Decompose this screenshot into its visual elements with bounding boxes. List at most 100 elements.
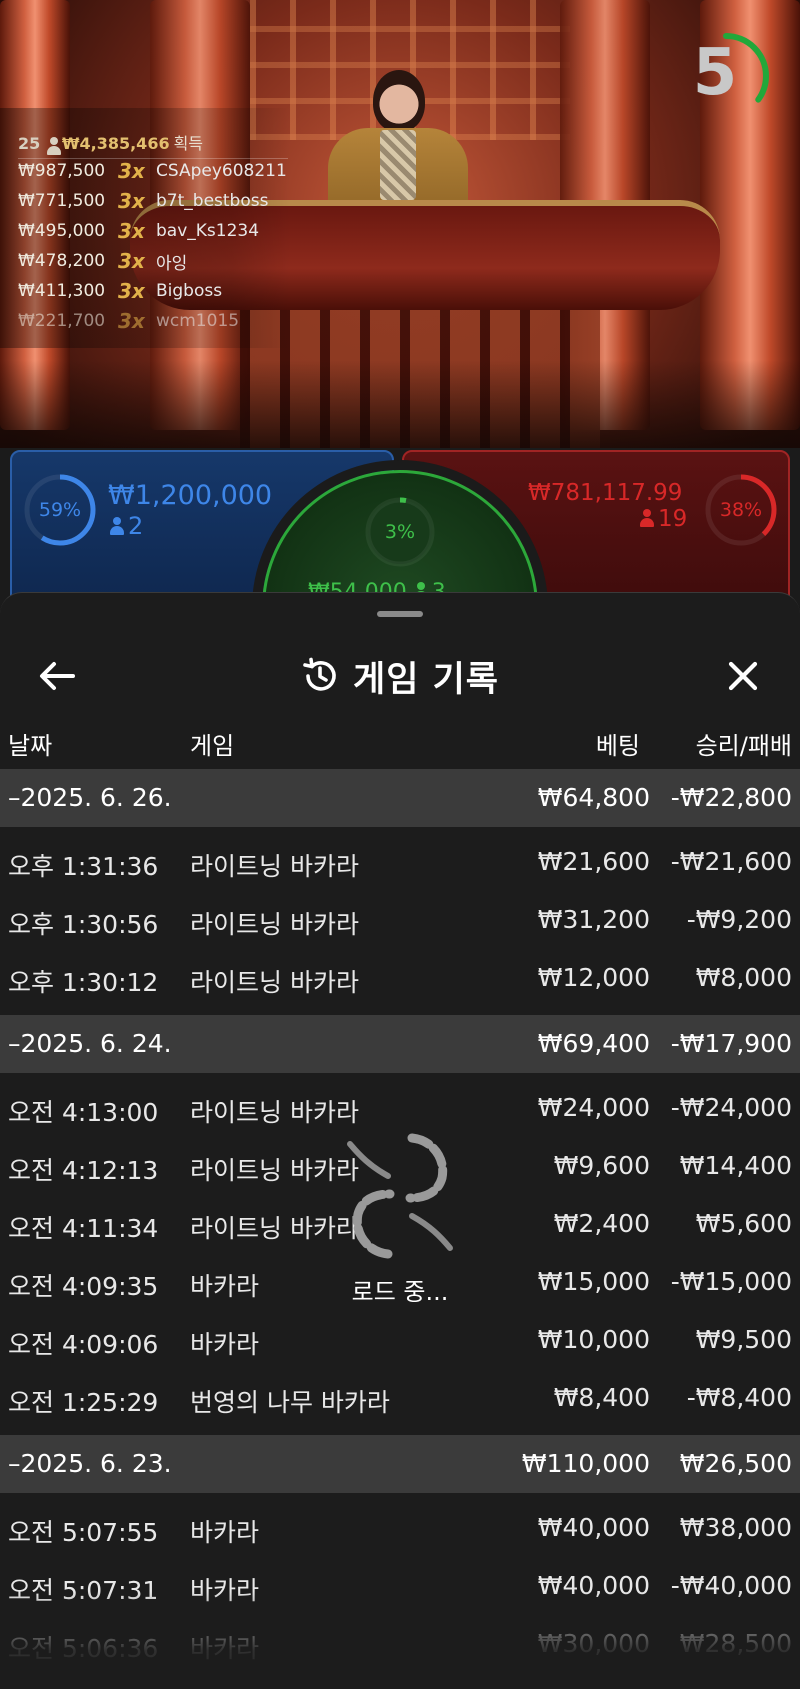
loading-spinner-icon: [347, 1133, 453, 1259]
row-time: 오후 1:30:12: [8, 968, 159, 997]
row-game: 바카라: [190, 1272, 260, 1301]
row-win-loss: ₩14,400: [679, 1151, 792, 1180]
player-count: 2: [110, 512, 143, 540]
winner-multiplier: 3x: [118, 189, 145, 213]
winner-amount: ₩771,500: [18, 191, 106, 211]
winner-multiplier: 3x: [118, 279, 145, 303]
winner-username: Bigboss: [156, 281, 223, 301]
row-time: 오전 1:25:29: [8, 1388, 159, 1417]
row-time: 오전 4:13:00: [8, 1098, 159, 1127]
row-game: 번영의 나무 바카라: [190, 1388, 390, 1417]
winner-count: 25: [18, 134, 41, 153]
banker-bet-amount: ₩781,117.99: [528, 480, 683, 506]
winner-row: ₩987,500 3x CSApey608211: [18, 158, 287, 184]
player-percent: 59%: [38, 499, 82, 521]
row-time: 오전 5:06:36: [8, 1634, 159, 1663]
row-game: 바카라: [190, 1518, 260, 1547]
group-win-loss-total: ₩26,500: [679, 1449, 792, 1478]
history-row[interactable]: 오전 5:07:31 바카라 ₩40,000 -₩40,000: [0, 1557, 800, 1615]
group-bet-total: ₩110,000: [521, 1449, 650, 1478]
row-bet: ₩31,200: [537, 905, 650, 934]
sheet-title: 게임 기록: [353, 659, 499, 700]
row-win-loss: -₩8,400: [686, 1383, 792, 1412]
winner-username: b7t_bestboss: [156, 191, 269, 211]
history-row[interactable]: 오후 1:30:12 라이트닝 바카라 ₩12,000 ₩8,000: [0, 949, 800, 1007]
group-bet-total: ₩69,400: [537, 1029, 650, 1058]
history-row[interactable]: 오후 1:30:56 라이트닝 바카라 ₩31,200 -₩9,200: [0, 891, 800, 949]
row-game: 라이트닝 바카라: [190, 852, 359, 881]
row-bet: ₩40,000: [537, 1513, 650, 1542]
group-bet-total: ₩64,800: [537, 783, 650, 812]
row-time: 오전 4:12:13: [8, 1156, 159, 1185]
winner-multiplier: 3x: [118, 159, 145, 183]
winner-multiplier: 3x: [118, 309, 145, 333]
winner-amount: ₩411,300: [18, 281, 106, 301]
timer-value: 5: [692, 36, 738, 110]
history-row[interactable]: 오후 1:31:36 라이트닝 바카라 ₩21,600 -₩21,600: [0, 833, 800, 891]
player-bet-amount: ₩1,200,000: [108, 480, 273, 511]
loading-indicator: 로드 중...: [330, 1126, 470, 1316]
group-date: –2025. 6. 24.: [8, 1029, 172, 1058]
row-win-loss: -₩9,200: [686, 905, 792, 934]
close-button[interactable]: [716, 649, 770, 703]
history-row[interactable]: 오전 5:07:55 바카라 ₩40,000 ₩38,000: [0, 1499, 800, 1557]
row-win-loss: -₩24,000: [670, 1093, 792, 1122]
winner-row: ₩495,000 3x bav_Ks1234: [18, 218, 259, 244]
person-icon: [46, 137, 61, 155]
row-bet: ₩15,000: [537, 1267, 650, 1296]
row-win-loss: ₩5,600: [695, 1209, 792, 1238]
winner-amount: ₩987,500: [18, 161, 106, 181]
banker-percent: 38%: [719, 499, 763, 521]
row-bet: ₩24,000: [537, 1093, 650, 1122]
sheet-drag-handle[interactable]: [377, 611, 423, 617]
row-game: 라이트닝 바카라: [190, 1098, 359, 1127]
group-date: –2025. 6. 23.: [8, 1449, 172, 1478]
row-time: 오전 5:07:55: [8, 1518, 159, 1547]
winner-username: CSApey608211: [156, 161, 287, 181]
column-header-game: 게임: [190, 731, 235, 760]
date-group: –2025. 6. 23. ₩110,000 ₩26,500 오전 5:07:55 바카…: [0, 1435, 800, 1681]
row-bet: ₩12,000: [537, 963, 650, 992]
row-bet: ₩9,600: [553, 1151, 650, 1180]
person-icon: [640, 509, 654, 527]
history-clock-icon: [303, 657, 336, 691]
history-row[interactable]: 오전 5:06:36 바카라 ₩30,000 ₩28,500: [0, 1615, 800, 1673]
history-row[interactable]: 오전 4:09:06 바카라 ₩10,000 ₩9,500: [0, 1311, 800, 1369]
tie-percent: 3%: [384, 521, 416, 543]
loading-text: 로드 중...: [351, 1278, 449, 1306]
row-time: 오전 4:09:06: [8, 1330, 159, 1359]
date-group-header[interactable]: –2025. 6. 26. ₩64,800 -₩22,800: [0, 769, 800, 827]
row-win-loss: ₩8,000: [695, 963, 792, 992]
history-row[interactable]: 오전 1:25:29 번영의 나무 바카라 ₩8,400 -₩8,400: [0, 1369, 800, 1427]
winner-multiplier: 3x: [118, 249, 145, 273]
winner-row: ₩221,700 3x wcm1015: [18, 308, 239, 334]
group-win-loss-total: -₩22,800: [670, 783, 792, 812]
winners-leaderboard: 25 ₩4,385,466 획득 ₩987,500 3x CSApey608211 ₩7…: [0, 108, 290, 348]
winner-amount: ₩221,700: [18, 311, 106, 331]
row-game: 라이트닝 바카라: [190, 968, 359, 997]
sheet-header: 게임 기록: [0, 619, 800, 719]
winner-username: bav_Ks1234: [156, 221, 260, 241]
total-suffix: 획득: [173, 134, 204, 153]
row-bet: ₩2,400: [553, 1209, 650, 1238]
banker-count: 19: [640, 506, 687, 532]
person-icon: [110, 517, 124, 535]
date-group-header[interactable]: –2025. 6. 24. ₩69,400 -₩17,900: [0, 1015, 800, 1073]
winner-username: 아잉: [156, 253, 188, 274]
row-win-loss: -₩15,000: [670, 1267, 792, 1296]
winner-amount: ₩478,200: [18, 251, 106, 271]
leaderboard-summary: 25 ₩4,385,466 획득: [18, 130, 204, 155]
column-header-date: 날짜: [8, 731, 53, 760]
group-date: –2025. 6. 26.: [8, 783, 172, 812]
row-game: 라이트닝 바카라: [190, 910, 359, 939]
row-win-loss: -₩40,000: [670, 1571, 792, 1600]
row-bet: ₩30,000: [537, 1629, 650, 1658]
row-win-loss: -₩21,600: [670, 847, 792, 876]
winner-row: ₩411,300 3x Bigboss: [18, 278, 222, 304]
row-game: 바카라: [190, 1634, 260, 1663]
row-bet: ₩40,000: [537, 1571, 650, 1600]
column-header-win-loss: 승리/패배: [695, 731, 792, 760]
date-group-header[interactable]: –2025. 6. 23. ₩110,000 ₩26,500: [0, 1435, 800, 1493]
row-time: 오후 1:31:36: [8, 852, 159, 881]
row-time: 오전 5:07:31: [8, 1576, 159, 1605]
